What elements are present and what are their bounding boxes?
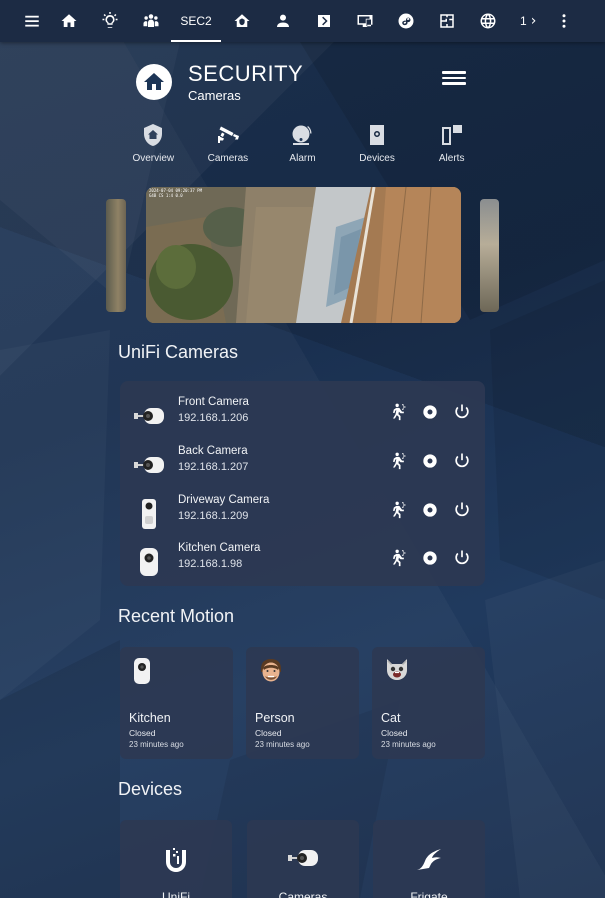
record-icon[interactable] (419, 547, 441, 569)
top-nav-bar: SEC2 1 › (0, 0, 605, 42)
instant-camera-icon (132, 545, 166, 579)
motion-detected-icon[interactable] (387, 547, 409, 569)
alarm-bell-icon (290, 122, 314, 148)
cat-emoji-icon (384, 657, 410, 685)
more-vert-icon[interactable] (554, 0, 574, 42)
device-card-unifi[interactable]: UniFi (120, 820, 232, 898)
devices-heading: Devices (118, 779, 183, 799)
motion-card-kitchen[interactable]: Kitchen Closed 23 minutes ago (120, 647, 233, 759)
nav-overflow-label: 1 (520, 14, 527, 28)
carousel-next-camera[interactable] (480, 199, 499, 312)
monitor-device-icon[interactable] (344, 0, 385, 42)
unifi-cameras-heading: UniFi Cameras (118, 342, 239, 362)
nav-scroll-right-icon[interactable]: › (531, 13, 537, 29)
security-subtabs: Overview Cameras Alarm Devices Alerts (116, 122, 489, 168)
subtab-alarm[interactable]: Alarm (265, 122, 340, 168)
motion-state: Closed (381, 728, 408, 738)
page-title: SECURITY (188, 61, 304, 86)
subtab-label: Cameras (207, 153, 249, 164)
motion-time: 23 minutes ago (129, 740, 184, 749)
people-group-icon[interactable] (130, 0, 171, 42)
motion-detected-icon[interactable] (387, 450, 409, 472)
subtab-alerts[interactable]: Alerts (414, 122, 489, 168)
camera-row-back[interactable]: Back Camera 192.168.1.207 (120, 444, 485, 484)
page-subtitle: Cameras (188, 88, 241, 103)
globe-icon[interactable] (467, 0, 508, 42)
home-security-icon[interactable] (221, 0, 262, 42)
motion-card-cat[interactable]: Cat Closed 23 minutes ago (372, 647, 485, 759)
device-label: Frigate (410, 890, 448, 898)
tab-sec2[interactable]: SEC2 (171, 0, 221, 42)
camera-name: Kitchen Camera (178, 542, 261, 554)
carousel-prev-camera[interactable] (106, 199, 126, 312)
device-label: Cameras (278, 890, 328, 898)
record-icon[interactable] (419, 450, 441, 472)
subtab-label: Overview (132, 153, 175, 164)
motion-time: 23 minutes ago (381, 740, 436, 749)
camera-ip: 192.168.1.206 (178, 412, 249, 424)
motion-name: Kitchen (129, 711, 171, 725)
menu-icon[interactable] (16, 0, 48, 42)
camera-row-front[interactable]: Front Camera 192.168.1.206 (120, 395, 485, 435)
motion-state: Closed (129, 728, 156, 738)
motion-card-person[interactable]: Person Closed 23 minutes ago (246, 647, 359, 759)
subtab-cameras[interactable]: Cameras (191, 122, 266, 168)
power-icon[interactable] (451, 499, 473, 521)
record-icon[interactable] (419, 499, 441, 521)
frigate-bird-icon (373, 846, 485, 876)
motion-time: 23 minutes ago (255, 740, 310, 749)
cctv-icon (216, 122, 240, 148)
power-icon[interactable] (451, 547, 473, 569)
bullet-camera-icon (132, 448, 166, 482)
tab-sec2-label: SEC2 (180, 14, 212, 28)
person-emoji-icon (258, 657, 284, 685)
subtab-overview[interactable]: Overview (116, 122, 191, 168)
hamburger-menu-icon[interactable] (442, 68, 466, 88)
person-icon[interactable] (262, 0, 303, 42)
motion-state: Closed (255, 728, 282, 738)
device-card-cameras[interactable]: Cameras (247, 820, 359, 898)
camera-name: Driveway Camera (178, 494, 270, 506)
shield-home-icon (141, 122, 165, 148)
camera-live-feed[interactable]: 2024-07-04 09:20:37 PM G4B CS 1:4 0.0 (146, 187, 461, 323)
bullet-camera-icon (132, 399, 166, 433)
device-label: UniFi (161, 890, 190, 898)
subtab-devices[interactable]: Devices (340, 122, 415, 168)
bullet-camera-icon (247, 846, 359, 876)
recent-motion-heading: Recent Motion (118, 606, 235, 626)
camera-row-driveway[interactable]: Driveway Camera 192.168.1.209 (120, 493, 485, 533)
camera-ip: 192.168.1.207 (178, 461, 249, 473)
unifi-camera-list: Front Camera 192.168.1.206 Back Camera 1… (120, 381, 485, 586)
alerts-icon (440, 122, 464, 148)
camera-name: Front Camera (178, 396, 249, 408)
subtab-label: Devices (359, 153, 395, 164)
home-badge-icon[interactable] (136, 64, 172, 100)
camera-timestamp: 2024-07-04 09:20:37 PM G4B CS 1:4 0.0 (149, 188, 202, 198)
doorbell-camera-icon (132, 497, 166, 531)
home-icon[interactable] (48, 0, 89, 42)
motion-detected-icon[interactable] (387, 401, 409, 423)
record-icon[interactable] (419, 401, 441, 423)
subtab-label: Alerts (438, 153, 465, 164)
floorplan-icon[interactable] (426, 0, 467, 42)
circle-swirl-icon[interactable] (385, 0, 426, 42)
lightbulb-icon[interactable] (89, 0, 130, 42)
camera-ip: 192.168.1.209 (178, 510, 249, 522)
device-icon (365, 122, 389, 148)
page-header: SECURITY Cameras (136, 60, 470, 108)
power-icon[interactable] (451, 401, 473, 423)
camera-name: Back Camera (178, 445, 248, 457)
motion-detected-icon[interactable] (387, 499, 409, 521)
camera-row-kitchen[interactable]: Kitchen Camera 192.168.1.98 (120, 541, 485, 581)
device-card-frigate[interactable]: Frigate (373, 820, 485, 898)
power-icon[interactable] (451, 450, 473, 472)
camera-instant-icon (132, 657, 158, 685)
motion-name: Person (255, 711, 295, 725)
chevron-box-icon[interactable] (303, 0, 344, 42)
subtab-label: Alarm (289, 153, 316, 164)
unifi-logo-icon (120, 846, 232, 876)
motion-name: Cat (381, 711, 401, 725)
camera-ip: 192.168.1.98 (178, 558, 243, 570)
